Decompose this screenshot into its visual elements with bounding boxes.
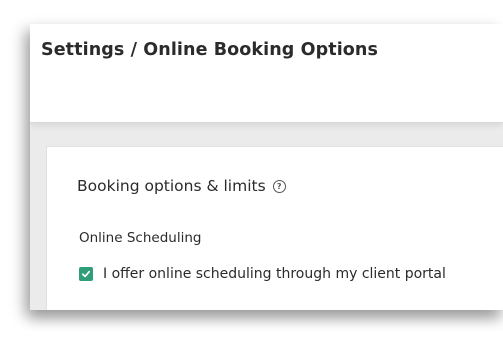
checkmark-icon <box>81 270 91 278</box>
page-title: Settings / Online Booking Options <box>41 40 378 60</box>
app-window: Settings / Online Booking Options Bookin… <box>30 24 503 310</box>
help-circle-icon[interactable]: ? <box>272 179 286 193</box>
screenshot-stage: Settings / Online Booking Options Bookin… <box>0 0 503 338</box>
page-header: Settings / Online Booking Options <box>30 24 503 123</box>
section-label-online-scheduling: Online Scheduling <box>79 230 202 246</box>
online-scheduling-checkbox-label: I offer online scheduling through my cli… <box>103 266 446 282</box>
online-scheduling-option[interactable]: I offer online scheduling through my cli… <box>79 266 446 282</box>
booking-options-card: Booking options & limits ? Online Schedu… <box>46 146 503 310</box>
online-scheduling-checkbox[interactable] <box>79 267 93 281</box>
card-title: Booking options & limits <box>77 177 266 195</box>
card-title-row: Booking options & limits ? <box>77 177 286 195</box>
